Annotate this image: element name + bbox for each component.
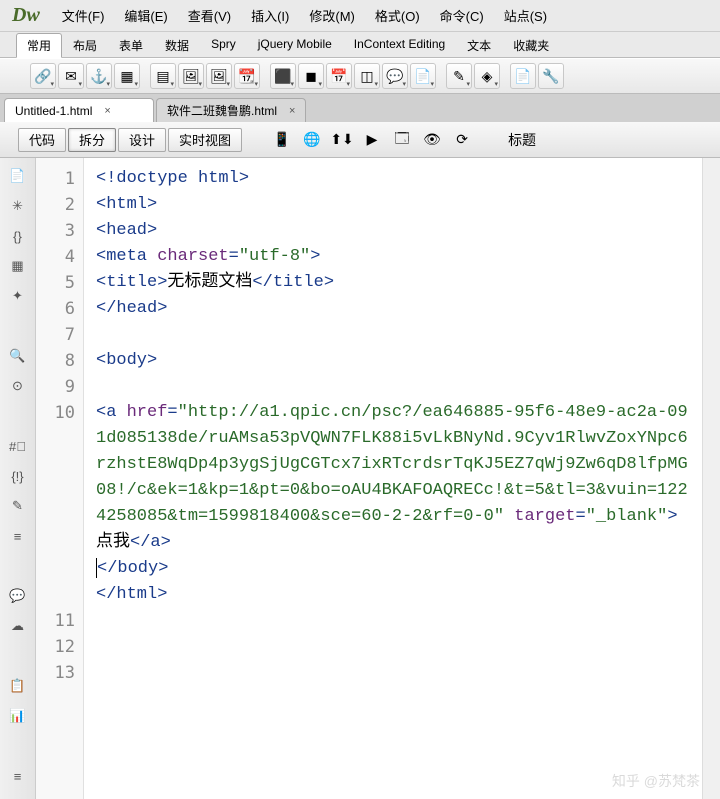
- menu-0[interactable]: 文件(F): [52, 6, 115, 25]
- line-numbers: 12345678910111213: [36, 158, 84, 799]
- insert-icon-15[interactable]: ◈: [474, 63, 500, 89]
- insert-icon-1[interactable]: ✉: [58, 63, 84, 89]
- insert-icon-7[interactable]: 📆: [234, 63, 260, 89]
- insert-icon-13[interactable]: 📄: [410, 63, 436, 89]
- menu-5[interactable]: 格式(O): [365, 6, 430, 25]
- doc-tool-1[interactable]: 🌐: [300, 129, 324, 151]
- vertical-scrollbar[interactable]: [702, 158, 720, 799]
- code-line[interactable]: <a href="http://a1.qpic.cn/psc?/ea646885…: [96, 400, 694, 556]
- insert-panel-tabs: 常用布局表单数据SpryjQuery MobileInContext Editi…: [0, 32, 720, 58]
- document-tab-strip: Untitled-1.html × 软件二班魏鲁鹏.html ×: [0, 94, 720, 122]
- gutter-btn-7[interactable]: ⊙: [8, 376, 28, 396]
- insert-tab-1[interactable]: 布局: [62, 33, 108, 58]
- code-editor[interactable]: <!doctype html><html><head><meta charset…: [84, 158, 702, 799]
- gutter-btn-3[interactable]: ▦: [8, 256, 28, 276]
- close-icon[interactable]: ×: [102, 105, 112, 117]
- code-line[interactable]: [96, 374, 694, 400]
- menu-4[interactable]: 修改(M): [299, 6, 365, 25]
- menu-bar: Dw 文件(F)编辑(E)查看(V)插入(I)修改(M)格式(O)命令(C)站点…: [0, 0, 720, 32]
- insert-tab-2[interactable]: 表单: [108, 33, 154, 58]
- gutter-btn-8[interactable]: [8, 406, 28, 426]
- code-line[interactable]: </head>: [96, 296, 694, 322]
- insert-tab-3[interactable]: 数据: [154, 33, 200, 58]
- insert-icon-8[interactable]: ⬛: [270, 63, 296, 89]
- doc-tab-1[interactable]: 软件二班魏鲁鹏.html ×: [156, 98, 306, 122]
- insert-tab-0[interactable]: 常用: [16, 33, 62, 58]
- app-logo: Dw: [4, 4, 52, 27]
- code-line[interactable]: <meta charset="utf-8">: [96, 244, 694, 270]
- insert-tab-5[interactable]: jQuery Mobile: [247, 33, 343, 58]
- view-btn-2[interactable]: 设计: [118, 128, 166, 152]
- doc-tool-0[interactable]: 📱: [270, 129, 294, 151]
- insert-tab-8[interactable]: 收藏夹: [502, 33, 560, 58]
- insert-icon-11[interactable]: ◫: [354, 63, 380, 89]
- insert-icon-9[interactable]: ◼: [298, 63, 324, 89]
- doc-tool-4[interactable]: 🗔: [390, 129, 414, 151]
- insert-icon-17[interactable]: 🔧: [538, 63, 564, 89]
- insert-icon-2[interactable]: ⚓: [86, 63, 112, 89]
- doc-tab-label: 软件二班魏鲁鹏.html: [167, 102, 277, 119]
- gutter-btn-5[interactable]: [8, 316, 28, 336]
- code-line[interactable]: </body>: [96, 556, 694, 582]
- insert-icon-3[interactable]: ▦: [114, 63, 140, 89]
- code-line[interactable]: <body>: [96, 348, 694, 374]
- gutter-btn-20[interactable]: ≡: [8, 766, 28, 786]
- close-icon[interactable]: ×: [287, 105, 297, 117]
- menu-6[interactable]: 命令(C): [430, 6, 494, 25]
- menu-1[interactable]: 编辑(E): [114, 6, 177, 25]
- insert-icon-5[interactable]: 🖼: [178, 63, 204, 89]
- gutter-btn-15[interactable]: ☁: [8, 616, 28, 636]
- insert-tab-6[interactable]: InContext Editing: [343, 33, 456, 58]
- code-line[interactable]: <head>: [96, 218, 694, 244]
- code-line[interactable]: [96, 322, 694, 348]
- doc-tool-2[interactable]: ⬆⬇: [330, 129, 354, 151]
- gutter-btn-9[interactable]: #⃣: [8, 436, 28, 456]
- insert-icon-4[interactable]: ▤: [150, 63, 176, 89]
- gutter-btn-14[interactable]: 💬: [8, 586, 28, 606]
- view-btn-0[interactable]: 代码: [18, 128, 66, 152]
- code-line[interactable]: [96, 608, 694, 634]
- view-btn-3[interactable]: 实时视图: [168, 128, 242, 152]
- gutter-btn-11[interactable]: ✎: [8, 496, 28, 516]
- gutter-btn-16[interactable]: [8, 646, 28, 666]
- gutter-btn-2[interactable]: {}: [8, 226, 28, 246]
- gutter-btn-12[interactable]: ≡: [8, 526, 28, 546]
- code-line[interactable]: <!doctype html>: [96, 166, 694, 192]
- doc-tool-6[interactable]: ⟳: [450, 129, 474, 151]
- code-line[interactable]: </html>: [96, 582, 694, 608]
- doc-tool-3[interactable]: ▶: [360, 129, 384, 151]
- insert-icon-10[interactable]: 📅: [326, 63, 352, 89]
- title-label: 标题: [508, 130, 536, 150]
- insert-icon-14[interactable]: ✎: [446, 63, 472, 89]
- gutter-btn-0[interactable]: 📄: [8, 166, 28, 186]
- menu-7[interactable]: 站点(S): [494, 6, 557, 25]
- editor-area: 📄 ✳ {} ▦ ✦ 🔍 ⊙ #⃣ {!} ✎ ≡ 💬 ☁ 📋 📊 ≡ 12345678910111213 <…: [0, 158, 720, 799]
- gutter-btn-18[interactable]: 📊: [8, 706, 28, 726]
- gutter-btn-4[interactable]: ✦: [8, 286, 28, 306]
- insert-tab-7[interactable]: 文本: [456, 33, 502, 58]
- insert-icon-6[interactable]: 🖼: [206, 63, 232, 89]
- menu-3[interactable]: 插入(I): [241, 6, 299, 25]
- code-line[interactable]: <html>: [96, 192, 694, 218]
- document-toolbar: 代码拆分设计实时视图 📱 🌐 ⬆⬇ ▶ 🗔 👁 ⟳ 标题: [0, 122, 720, 158]
- doc-tab-label: Untitled-1.html: [15, 104, 92, 118]
- menu-2[interactable]: 查看(V): [178, 6, 241, 25]
- code-line[interactable]: <title>无标题文档</title>: [96, 270, 694, 296]
- gutter-btn-1[interactable]: ✳: [8, 196, 28, 216]
- insert-icon-12[interactable]: 💬: [382, 63, 408, 89]
- view-btn-1[interactable]: 拆分: [68, 128, 116, 152]
- gutter-btn-13[interactable]: [8, 556, 28, 576]
- gutter-btn-10[interactable]: {!}: [8, 466, 28, 486]
- gutter-btn-17[interactable]: 📋: [8, 676, 28, 696]
- gutter-btn-19[interactable]: [8, 736, 28, 756]
- doc-tool-5[interactable]: 👁: [420, 129, 444, 151]
- doc-tab-0[interactable]: Untitled-1.html ×: [4, 98, 154, 122]
- insert-icon-16[interactable]: 📄: [510, 63, 536, 89]
- gutter-btn-6[interactable]: 🔍: [8, 346, 28, 366]
- insert-icon-bar: 🔗✉⚓▦▤🖼🖼📆⬛◼📅◫💬📄✎◈📄🔧: [0, 58, 720, 94]
- code-tool-gutter: 📄 ✳ {} ▦ ✦ 🔍 ⊙ #⃣ {!} ✎ ≡ 💬 ☁ 📋 📊 ≡: [0, 158, 36, 799]
- insert-tab-4[interactable]: Spry: [200, 33, 247, 58]
- insert-icon-0[interactable]: 🔗: [30, 63, 56, 89]
